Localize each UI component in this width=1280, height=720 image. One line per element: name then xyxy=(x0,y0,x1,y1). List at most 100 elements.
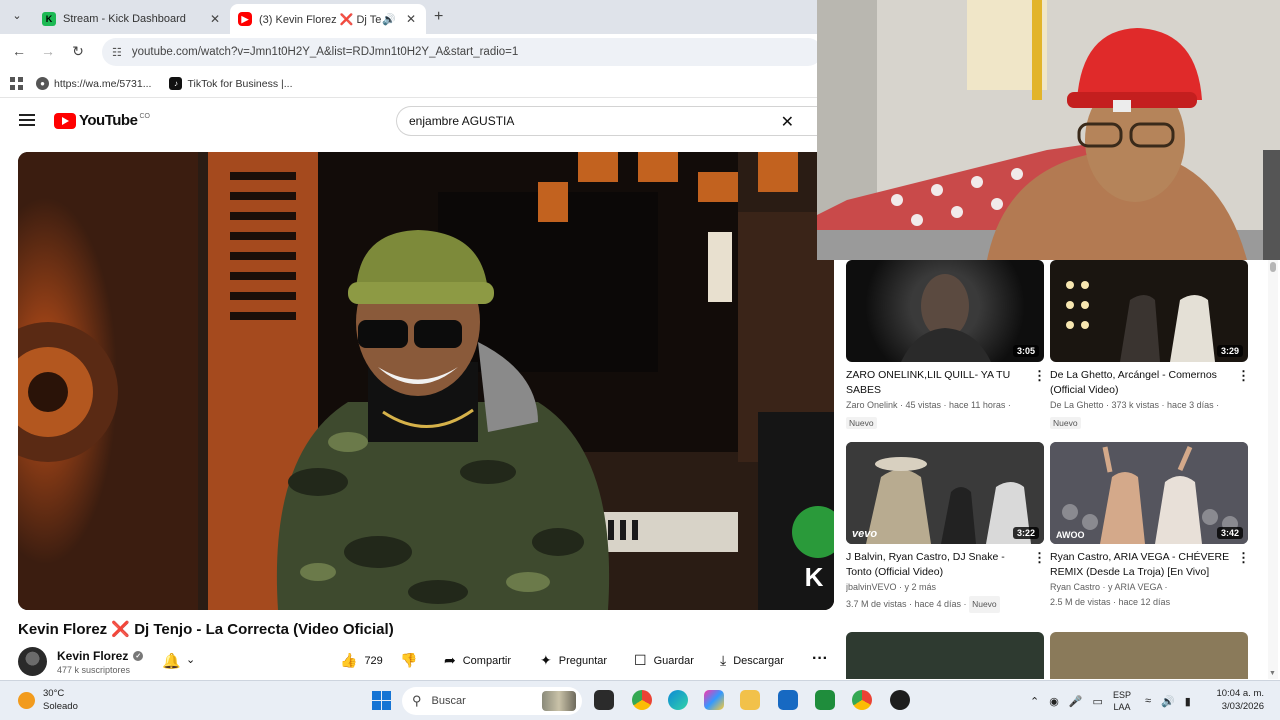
vevo-logo: vevo xyxy=(852,528,878,540)
wifi-icon[interactable]: ≈ xyxy=(1145,695,1151,707)
scrollbar[interactable]: ▼ xyxy=(1268,260,1278,679)
battery-icon[interactable]: ▮ xyxy=(1185,695,1191,708)
tab-kick-dashboard[interactable]: K Stream - Kick Dashboard ✕ xyxy=(34,4,230,34)
chrome-active-icon[interactable] xyxy=(852,690,872,710)
bell-icon[interactable]: 🔔 xyxy=(162,652,181,670)
close-tab-icon[interactable]: ✕ xyxy=(404,12,418,26)
windows-start-icon[interactable] xyxy=(372,691,391,710)
recommendation-card[interactable]: vevo 3:22 J Balvin, Ryan Castro, DJ Snak… xyxy=(846,442,1046,613)
card-title[interactable]: ZARO ONELINK,LIL QUILL- YA TU SABES xyxy=(846,368,1026,398)
obs-icon[interactable] xyxy=(890,690,910,710)
card-meta-views: 3.7 M de vistas · hace 4 días · Nuevo xyxy=(846,595,1036,613)
video-thumbnail[interactable] xyxy=(846,632,1044,679)
temperature: 30°C xyxy=(43,688,65,699)
more-vert-icon[interactable]: ⋮ xyxy=(1237,550,1250,566)
globe-icon: ● xyxy=(36,77,49,90)
video-thumbnail[interactable]: vevo 3:22 xyxy=(846,442,1044,544)
address-bar[interactable]: ☷ youtube.com/watch?v=Jmn1t0H2Y_A&list=R… xyxy=(102,38,822,66)
tab-youtube[interactable]: ▶ (3) Kevin Florez ❌ Dj Tenjo 🔊 ✕ xyxy=(230,4,426,34)
duration-badge: 3:29 xyxy=(1216,345,1243,357)
forward-arrow-icon[interactable]: → xyxy=(39,43,57,59)
video-thumbnail[interactable]: AWOO 3:42 xyxy=(1050,442,1248,544)
video-thumbnail[interactable]: 3:29 xyxy=(1050,260,1248,362)
new-badge: Nuevo xyxy=(1050,417,1081,429)
bookmark-label: TikTok for Business |... xyxy=(187,77,293,90)
scroll-down-arrow-icon[interactable]: ▼ xyxy=(1269,670,1276,677)
more-vert-icon[interactable]: ⋮ xyxy=(1237,368,1250,384)
card-meta: jbalvinVEVO · y 2 más xyxy=(846,582,937,592)
network-activity-icon[interactable]: ◉ xyxy=(1049,695,1059,708)
bookmark-whatsapp[interactable]: ● https://wa.me/5731... xyxy=(36,77,151,90)
search-icon: ⚲ xyxy=(412,693,422,708)
download-label: Descargar xyxy=(733,654,784,667)
card-title[interactable]: J Balvin, Ryan Castro, DJ Snake - Tonto … xyxy=(846,550,1026,580)
weather-widget[interactable]: 30°C Soleado xyxy=(18,687,78,713)
tab-search-chevron-icon[interactable]: ⌄ xyxy=(8,9,26,25)
recommendation-card[interactable]: AWOO 3:42 Ryan Castro, ARIA VEGA - CHÉVE… xyxy=(1050,442,1250,610)
save-button[interactable]: ☐ Guardar xyxy=(634,652,694,669)
file-explorer-icon[interactable] xyxy=(740,690,760,710)
video-title: Kevin Florez ❌ Dj Tenjo - La Correcta (V… xyxy=(18,621,394,638)
scrollbar-thumb[interactable] xyxy=(1270,262,1276,272)
language-code: ESP xyxy=(1112,690,1131,700)
menu-icon[interactable] xyxy=(19,114,35,126)
video-player[interactable]: K xyxy=(18,152,834,610)
ask-button[interactable]: ✦ Preguntar xyxy=(540,652,607,669)
close-tab-icon[interactable]: ✕ xyxy=(208,12,222,26)
more-vert-icon[interactable]: ⋮ xyxy=(1033,550,1046,566)
battery-saver-icon[interactable]: ▭ xyxy=(1093,695,1103,708)
clear-search-icon[interactable]: ✕ xyxy=(781,112,794,132)
edge-icon[interactable] xyxy=(668,690,688,710)
video-thumbnail[interactable]: 3:05 xyxy=(846,260,1044,362)
video-frame: K xyxy=(18,152,834,610)
like-count: 729 xyxy=(364,654,383,667)
youtube-logo[interactable]: YouTube CO xyxy=(54,112,150,129)
store-icon[interactable] xyxy=(778,690,798,710)
youtube-icon: ▶ xyxy=(238,12,252,26)
taskbar-search[interactable]: ⚲ Buscar xyxy=(402,687,582,715)
webcam-feed xyxy=(817,0,1280,260)
reload-icon[interactable]: ↻ xyxy=(69,43,87,60)
microphone-icon[interactable]: 🎤 xyxy=(1069,695,1083,708)
bookmark-label: https://wa.me/5731... xyxy=(54,77,152,90)
channel-row: Kevin Florez ✓ 477 k suscriptores 🔔 ⌄ 👍 … xyxy=(18,646,834,678)
new-tab-button[interactable]: + xyxy=(434,8,443,26)
search-input[interactable]: enjambre AGUSTIA ✕ xyxy=(396,106,820,136)
search-highlight-image xyxy=(542,691,576,711)
language-indicator[interactable]: ESP LAA xyxy=(1113,689,1131,713)
more-vert-icon[interactable]: ⋮ xyxy=(1033,368,1046,384)
site-info-icon[interactable]: ☷ xyxy=(112,46,122,59)
card-title[interactable]: De La Ghetto, Arcángel - Comernos (Offic… xyxy=(1050,368,1230,398)
recommendation-card[interactable] xyxy=(1050,632,1250,679)
more-options-icon[interactable]: ··· xyxy=(812,650,828,668)
clock[interactable]: 10:04 a. m. 3/03/2026 xyxy=(1216,687,1264,713)
avatar[interactable] xyxy=(18,647,47,676)
recommendation-card[interactable]: 3:05 ZARO ONELINK,LIL QUILL- YA TU SABES… xyxy=(846,260,1046,431)
recommendations-list: 3:05 ZARO ONELINK,LIL QUILL- YA TU SABES… xyxy=(846,260,1256,679)
video-thumbnail[interactable] xyxy=(1050,632,1248,679)
back-arrow-icon[interactable]: ← xyxy=(10,43,28,59)
youtube-play-icon xyxy=(54,112,76,129)
recommendation-card[interactable] xyxy=(846,632,1046,679)
dislike-button[interactable]: 👎 xyxy=(400,652,424,669)
share-button[interactable]: ➦ Compartir xyxy=(444,652,511,669)
chevron-up-icon[interactable]: ⌃ xyxy=(1030,695,1039,708)
bookmark-icon: ☐ xyxy=(634,652,647,668)
like-button[interactable]: 👍 729 xyxy=(340,652,383,669)
sheets-icon[interactable] xyxy=(815,690,835,710)
chevron-down-icon[interactable]: ⌄ xyxy=(186,653,195,666)
duration-badge: 3:05 xyxy=(1012,345,1039,357)
card-title[interactable]: Ryan Castro, ARIA VEGA - CHÉVERE REMIX (… xyxy=(1050,550,1230,580)
recommendation-card[interactable]: 3:29 De La Ghetto, Arcángel - Comernos (… xyxy=(1050,260,1250,431)
chrome-icon[interactable] xyxy=(632,690,652,710)
bookmark-tiktok[interactable]: ♪ TikTok for Business |... xyxy=(169,77,293,90)
copilot-icon[interactable] xyxy=(704,690,724,710)
speaker-icon[interactable]: 🔊 xyxy=(382,13,396,26)
download-button[interactable]: ⤓ Descargar xyxy=(720,652,784,669)
channel-name[interactable]: Kevin Florez ✓ xyxy=(57,649,144,663)
system-tray: ⌃ ◉ 🎤 ▭ ESP LAA ≈ 🔊 ▮ xyxy=(1030,681,1201,720)
task-view-icon[interactable] xyxy=(594,690,614,710)
apps-grid-icon[interactable] xyxy=(10,76,24,91)
volume-icon[interactable]: 🔊 xyxy=(1161,695,1175,708)
subscriber-count: 477 k suscriptores xyxy=(57,665,131,675)
